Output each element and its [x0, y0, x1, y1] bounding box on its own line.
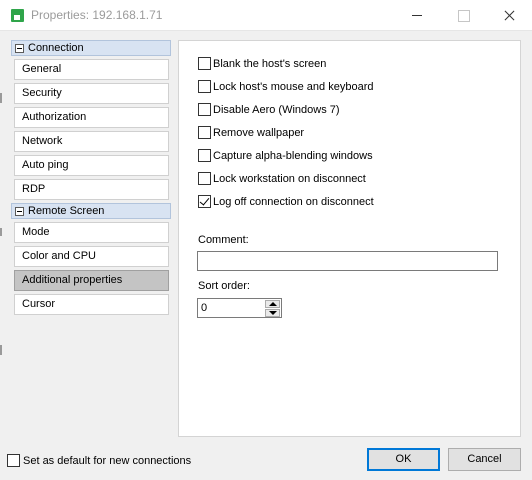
collapse-icon[interactable]	[15, 44, 24, 53]
nav-item-additional-properties[interactable]: Additional properties	[14, 270, 169, 291]
maximize-button[interactable]	[440, 0, 486, 31]
nav-item-cursor[interactable]: Cursor	[14, 294, 169, 315]
title-bar: Properties: 192.168.1.71	[0, 0, 532, 31]
option-label: Lock workstation on disconnect	[213, 172, 366, 185]
option-lock-mouse-keyboard[interactable]: Lock host's mouse and keyboard	[198, 79, 373, 94]
option-label: Remove wallpaper	[213, 126, 305, 139]
option-label: Blank the host's screen	[213, 57, 327, 70]
option-disable-aero[interactable]: Disable Aero (Windows 7)	[198, 102, 340, 117]
nav-item-network[interactable]: Network	[14, 131, 169, 152]
nav-item-color-and-cpu[interactable]: Color and CPU	[14, 246, 169, 267]
spin-buttons	[265, 300, 280, 317]
set-default-option[interactable]: Set as default for new connections	[7, 453, 191, 468]
close-button[interactable]	[486, 0, 532, 31]
option-label: Capture alpha-blending windows	[213, 149, 373, 162]
group-header-connection[interactable]: Connection	[11, 40, 171, 56]
comment-input[interactable]	[197, 251, 498, 271]
option-blank-screen[interactable]: Blank the host's screen	[198, 56, 326, 71]
option-label: Log off connection on disconnect	[213, 195, 374, 208]
nav-item-auto-ping[interactable]: Auto ping	[14, 155, 169, 176]
option-label: Lock host's mouse and keyboard	[213, 80, 374, 93]
nav-item-general[interactable]: General	[14, 59, 169, 80]
app-icon	[11, 9, 24, 22]
checkbox[interactable]	[198, 103, 211, 116]
checkbox[interactable]	[198, 172, 211, 185]
minimize-button[interactable]	[394, 0, 440, 31]
checkbox[interactable]	[198, 126, 211, 139]
nav-item-authorization[interactable]: Authorization	[14, 107, 169, 128]
edge-mark	[0, 228, 2, 236]
group-label: Connection	[28, 42, 84, 54]
sort-order-value: 0	[201, 302, 208, 314]
nav-item-mode[interactable]: Mode	[14, 222, 169, 243]
option-capture-alpha-blending[interactable]: Capture alpha-blending windows	[198, 148, 373, 163]
comment-label: Comment:	[198, 234, 249, 246]
spin-up-icon[interactable]	[265, 300, 280, 308]
group-label: Remote Screen	[28, 205, 105, 217]
edge-mark	[0, 345, 2, 355]
option-lock-workstation[interactable]: Lock workstation on disconnect	[198, 171, 366, 186]
option-log-off-connection[interactable]: Log off connection on disconnect	[198, 194, 374, 209]
set-default-label: Set as default for new connections	[23, 454, 192, 467]
checkbox[interactable]	[7, 454, 20, 467]
option-remove-wallpaper[interactable]: Remove wallpaper	[198, 125, 304, 140]
option-label: Disable Aero (Windows 7)	[213, 103, 340, 116]
checkbox-checked[interactable]	[198, 195, 211, 208]
nav-item-security[interactable]: Security	[14, 83, 169, 104]
nav-item-rdp[interactable]: RDP	[14, 179, 169, 200]
sort-order-label: Sort order:	[198, 280, 250, 292]
sort-order-stepper[interactable]: 0	[197, 298, 282, 318]
collapse-icon[interactable]	[15, 207, 24, 216]
group-header-remote-screen[interactable]: Remote Screen	[11, 203, 171, 219]
edge-mark	[0, 93, 2, 103]
checkbox[interactable]	[198, 57, 211, 70]
checkbox[interactable]	[198, 149, 211, 162]
cancel-button[interactable]: Cancel	[448, 448, 521, 471]
checkbox[interactable]	[198, 80, 211, 93]
window-title: Properties: 192.168.1.71	[31, 8, 163, 22]
spin-down-icon[interactable]	[265, 309, 280, 317]
ok-button[interactable]: OK	[367, 448, 440, 471]
